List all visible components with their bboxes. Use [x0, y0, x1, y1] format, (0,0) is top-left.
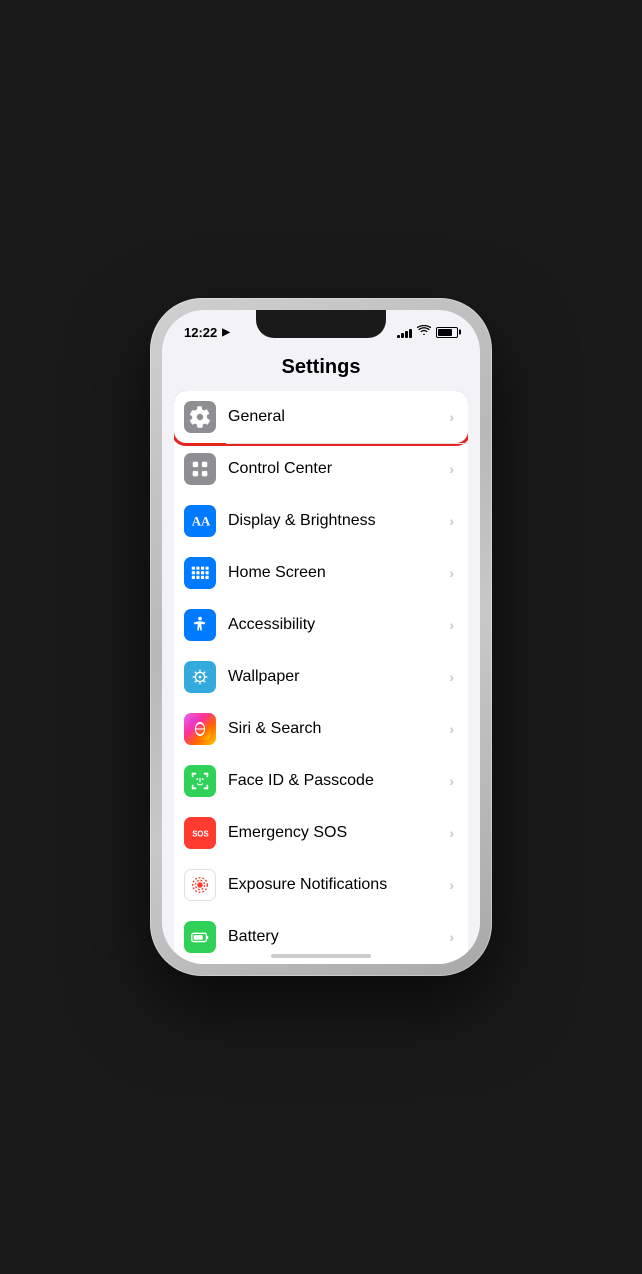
faceid-icon: [184, 765, 216, 797]
general-chevron: ›: [449, 409, 454, 425]
time-display: 12:22: [184, 325, 217, 340]
settings-row-wallpaper[interactable]: Wallpaper ›: [174, 651, 468, 703]
siri-icon: [184, 713, 216, 745]
home-indicator: [271, 954, 371, 958]
settings-row-control-center[interactable]: Control Center ›: [174, 443, 468, 495]
phone-screen: 12:22 ▶: [162, 310, 480, 964]
status-icons: [397, 325, 458, 339]
notch: [256, 310, 386, 338]
settings-row-display[interactable]: AA Display & Brightness ›: [174, 495, 468, 547]
settings-row-home-screen[interactable]: Home Screen ›: [174, 547, 468, 599]
exposure-chevron: ›: [449, 877, 454, 893]
svg-text:SOS: SOS: [192, 830, 208, 839]
settings-content[interactable]: Settings General ›: [162, 348, 480, 964]
settings-row-accessibility[interactable]: Accessibility ›: [174, 599, 468, 651]
wifi-icon: [417, 325, 431, 339]
settings-row-general[interactable]: General ›: [174, 391, 468, 443]
settings-row-privacy[interactable]: Privacy & Security ›: [174, 963, 468, 964]
exposure-icon: [184, 869, 216, 901]
siri-label: Siri & Search: [228, 720, 449, 738]
emergency-sos-icon: SOS: [184, 817, 216, 849]
wallpaper-label: Wallpaper: [228, 668, 449, 686]
settings-group-main: General › Control Center ›: [174, 391, 468, 964]
settings-row-emergency-sos[interactable]: SOS Emergency SOS ›: [174, 807, 468, 859]
battery-status-icon: [436, 327, 458, 338]
accessibility-label: Accessibility: [228, 616, 449, 634]
faceid-label: Face ID & Passcode: [228, 772, 449, 790]
location-arrow-icon: ▶: [222, 327, 230, 338]
settings-row-faceid[interactable]: Face ID & Passcode ›: [174, 755, 468, 807]
svg-text:AA: AA: [192, 515, 211, 529]
display-chevron: ›: [449, 513, 454, 529]
wallpaper-icon: [184, 661, 216, 693]
faceid-chevron: ›: [449, 773, 454, 789]
display-icon: AA: [184, 505, 216, 537]
status-time: 12:22 ▶: [184, 325, 230, 340]
battery-chevron: ›: [449, 929, 454, 945]
home-screen-icon: [184, 557, 216, 589]
general-label: General: [228, 408, 449, 426]
control-center-icon: [184, 453, 216, 485]
accessibility-icon: [184, 609, 216, 641]
battery-label: Battery: [228, 928, 449, 946]
signal-icon: [397, 327, 412, 338]
home-screen-label: Home Screen: [228, 564, 449, 582]
settings-row-exposure[interactable]: Exposure Notifications ›: [174, 859, 468, 911]
accessibility-chevron: ›: [449, 617, 454, 633]
settings-row-siri[interactable]: Siri & Search ›: [174, 703, 468, 755]
exposure-label: Exposure Notifications: [228, 876, 449, 894]
display-label: Display & Brightness: [228, 512, 449, 530]
emergency-sos-label: Emergency SOS: [228, 824, 449, 842]
wallpaper-chevron: ›: [449, 669, 454, 685]
battery-icon: [184, 921, 216, 953]
general-icon: [184, 401, 216, 433]
siri-chevron: ›: [449, 721, 454, 737]
page-title: Settings: [162, 348, 480, 391]
control-center-label: Control Center: [228, 460, 449, 478]
control-center-chevron: ›: [449, 461, 454, 477]
emergency-sos-chevron: ›: [449, 825, 454, 841]
home-screen-chevron: ›: [449, 565, 454, 581]
phone-frame: 12:22 ▶: [150, 298, 492, 976]
